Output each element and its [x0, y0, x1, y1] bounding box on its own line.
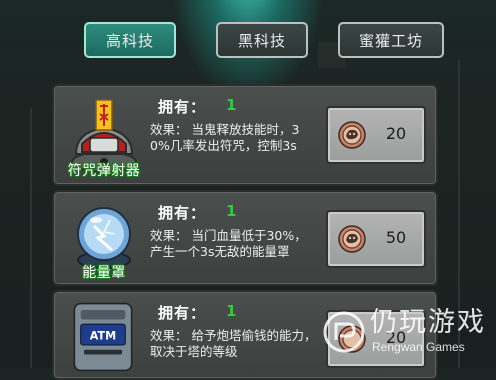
buy-button[interactable]: 50: [326, 210, 426, 268]
own-label: 拥有：: [158, 98, 207, 116]
shop-item-card: 符咒弹射器 拥有： 1 效果： 当鬼释放技能时，30%几率发出符咒，控制3s 2…: [52, 84, 438, 186]
tab-honey-badger-workshop[interactable]: 蜜獾工坊: [338, 22, 444, 58]
watermark-title: 仍玩游戏: [370, 307, 486, 338]
tab-label: 蜜獾工坊: [358, 31, 423, 50]
price-value: 20: [385, 124, 407, 143]
tab-label: 高科技: [105, 31, 154, 50]
effect-description: 效果： 当鬼释放技能时，30%几率发出符咒，控制3s: [150, 122, 300, 153]
rengwan-logo-icon: [323, 311, 365, 353]
item-name: 符咒弹射器: [67, 163, 141, 179]
own-count: 1: [226, 96, 237, 114]
background-pillar: [30, 108, 32, 368]
shop-item-card: 能量罩 拥有： 1 效果： 当门血量低于30%，产生一个3s无敌的能量罩 50: [52, 190, 438, 286]
own-label: 拥有：: [158, 204, 207, 222]
coin-icon: [338, 121, 366, 149]
own-count: 1: [226, 202, 237, 220]
buy-button[interactable]: 20: [326, 106, 426, 164]
tab-black-tech[interactable]: 黑科技: [216, 22, 308, 58]
tab-label: 黑科技: [237, 31, 286, 50]
effect-description: 效果： 给予炮塔偷钱的能力，取决于塔的等级: [150, 328, 317, 359]
own-count: 1: [226, 302, 237, 320]
price-value: 50: [385, 228, 407, 247]
coin-icon: [338, 225, 366, 253]
item-name: 能量罩: [82, 265, 126, 281]
watermark-subtitle: Rengwan Games: [372, 340, 465, 354]
tab-high-tech[interactable]: 高科技: [84, 22, 176, 58]
effect-description: 效果： 当门血量低于30%，产生一个3s无敌的能量罩: [150, 228, 307, 259]
atm-label: ATM: [90, 329, 116, 342]
atm-machine-icon: ATM: [73, 302, 133, 372]
own-label: 拥有：: [158, 304, 207, 322]
